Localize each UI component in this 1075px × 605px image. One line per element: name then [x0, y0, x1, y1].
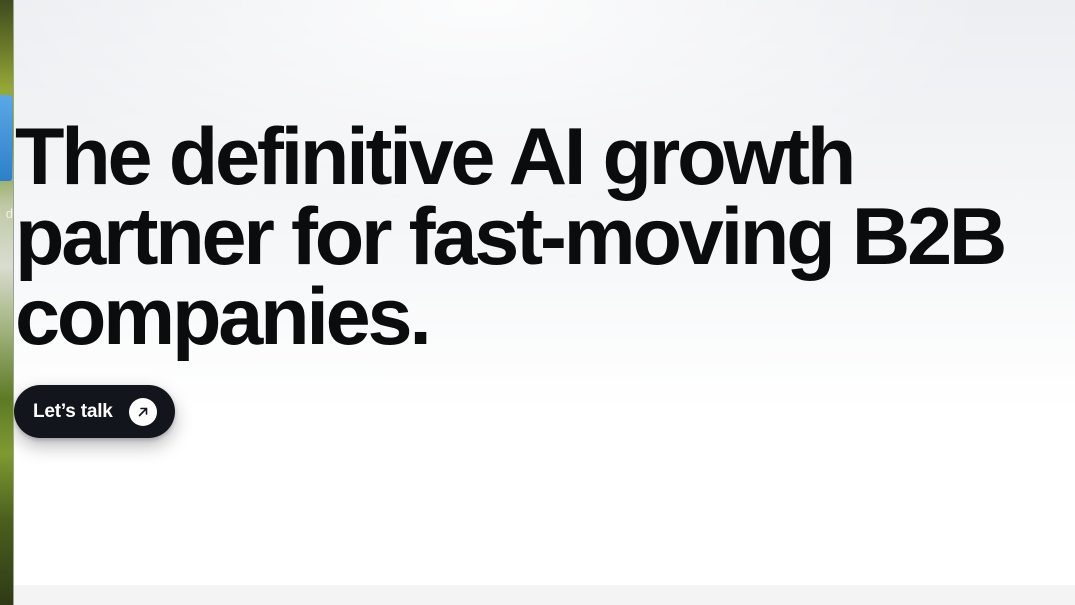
background-window-strip: d: [0, 0, 13, 605]
hero-heading: The definitive AI growth partner for fas…: [15, 112, 1075, 362]
hero-heading-line-1: The definitive AI growth: [15, 112, 856, 202]
screen: d The definitive AI growth partner for f…: [0, 0, 1075, 605]
web-page: The definitive AI growth partner for fas…: [13, 0, 1075, 605]
background-window-blue-element: [0, 95, 12, 181]
background-window-peek-text: d: [5, 206, 13, 221]
next-section-edge: [14, 585, 1075, 605]
hero-heading-line-3: companies.: [15, 272, 432, 362]
arrow-up-right-icon: [129, 398, 157, 426]
hero-heading-line-2: partner for fast-moving B2B: [15, 192, 1007, 282]
arrow-up-right-icon-glyph: [138, 407, 148, 417]
lets-talk-button[interactable]: Let’s talk: [14, 385, 175, 438]
lets-talk-button-label: Let’s talk: [33, 401, 113, 422]
